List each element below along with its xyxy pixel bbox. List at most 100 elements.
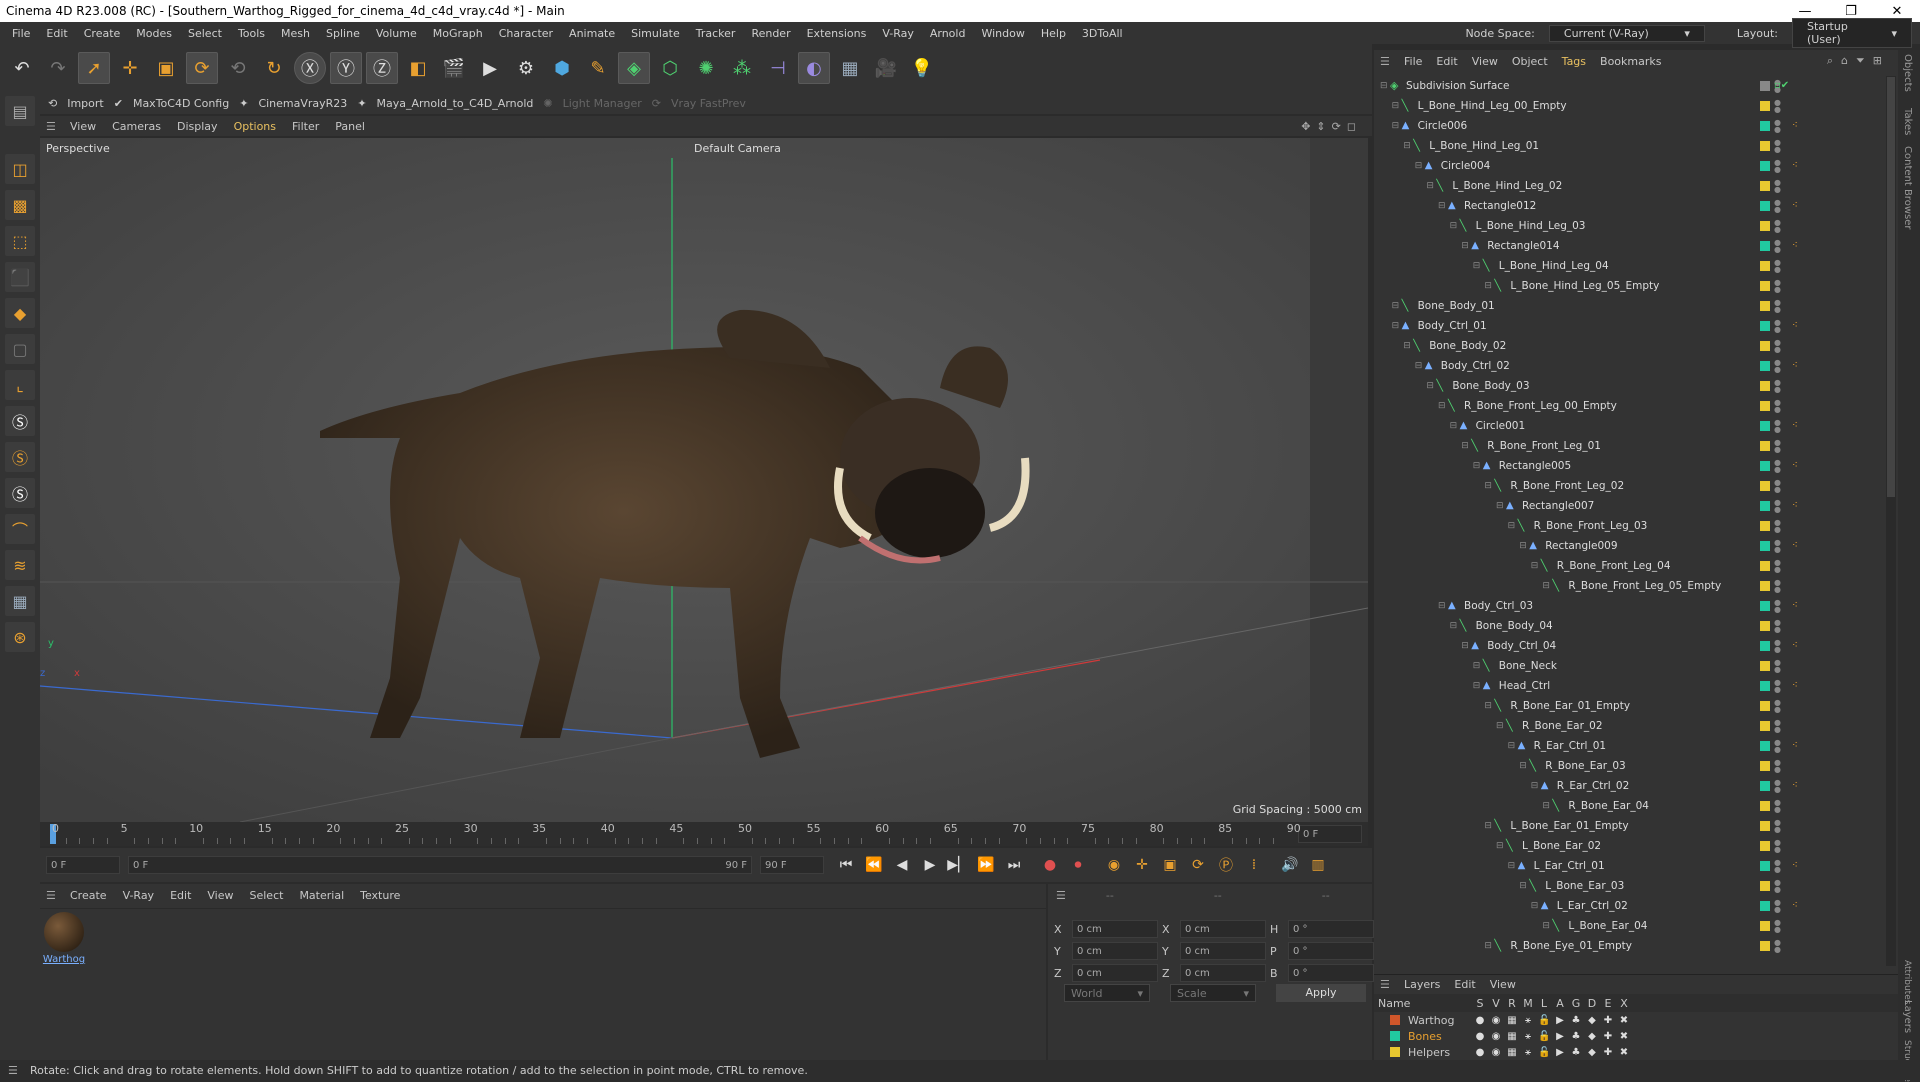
visibility-dots[interactable]: ● ●	[1774, 779, 1781, 794]
render-settings-icon[interactable]: ⚙	[510, 52, 542, 84]
visibility-dots[interactable]: ● ●	[1774, 479, 1781, 494]
light-manager-button[interactable]: Light Manager	[563, 97, 642, 110]
timeline-layout-icon[interactable]: ▥	[1306, 853, 1330, 877]
expand-icon[interactable]: ⊟	[1508, 741, 1518, 751]
expand-icon[interactable]: ⊟	[1484, 941, 1494, 951]
object-row[interactable]: ⊟ ╲ L_Bone_Hind_Leg_05_Empty ● ●	[1374, 276, 1884, 296]
layer-color-swatch[interactable]	[1760, 421, 1770, 431]
move-icon[interactable]: ✛	[114, 52, 146, 84]
object-row[interactable]: ⊟ ╲ L_Bone_Ear_02 ● ●	[1374, 836, 1884, 856]
layer-color-swatch[interactable]	[1390, 1031, 1400, 1041]
menu-3dtoall[interactable]: 3DToAll	[1074, 27, 1131, 40]
prev-frame-icon[interactable]: ◀	[890, 853, 914, 877]
select-icon[interactable]: ➚	[78, 52, 110, 84]
layer-toggle-icon[interactable]: ✖	[1618, 1031, 1630, 1042]
go-to-start-icon[interactable]: ⏮	[834, 853, 858, 877]
visibility-dots[interactable]: ● ●	[1774, 739, 1781, 754]
expand-icon[interactable]: ⊟	[1531, 561, 1541, 571]
expand-icon[interactable]: ⊟	[1392, 101, 1402, 111]
workplane-icon[interactable]: ≋	[5, 550, 35, 580]
viewport-menu-panel[interactable]: Panel	[335, 120, 365, 133]
expand-icon[interactable]: ⊟	[1392, 301, 1402, 311]
layer-color-swatch[interactable]	[1760, 721, 1770, 731]
material-swatch-warthog[interactable]: Warthog	[42, 910, 86, 966]
visibility-dots[interactable]: ● ●	[1774, 519, 1781, 534]
camera-label[interactable]: Default Camera	[694, 142, 781, 155]
undo-icon[interactable]: ↶	[6, 52, 38, 84]
layer-color-swatch[interactable]	[1760, 341, 1770, 351]
tag-icon[interactable]: ⁖	[1792, 120, 1806, 131]
menu-extensions[interactable]: Extensions	[799, 27, 875, 40]
z-axis-icon[interactable]: Ⓩ	[366, 52, 398, 84]
expand-icon[interactable]: ⊟	[1519, 881, 1529, 891]
layer-row[interactable]: Warthog ● ◉ ▦ ⚹ 🔓 ▶ ♣ ◆ ✚ ✖	[1374, 1012, 1898, 1028]
object-row[interactable]: ⊟ ╲ R_Bone_Front_Leg_05_Empty ● ●	[1374, 576, 1884, 596]
layer-color-swatch[interactable]	[1760, 201, 1770, 211]
layer-row[interactable]: Bones ● ◉ ▦ ⚹ 🔓 ▶ ♣ ◆ ✚ ✖	[1374, 1028, 1898, 1044]
menu-tools[interactable]: Tools	[230, 27, 273, 40]
layout-select[interactable]: Startup (User) ▾	[1792, 18, 1912, 48]
tag-icon[interactable]: ⁖	[1792, 240, 1806, 251]
object-row[interactable]: ⊟ ╲ R_Bone_Front_Leg_01 ● ●	[1374, 436, 1884, 456]
expand-icon[interactable]: ⊟	[1461, 641, 1471, 651]
mat-menu-vray[interactable]: V-Ray	[123, 889, 155, 902]
layer-color-swatch[interactable]	[1760, 461, 1770, 471]
axis-mode-icon[interactable]: ⌞	[5, 370, 35, 400]
visibility-dots[interactable]: ● ●	[1774, 879, 1781, 894]
camera-icon[interactable]: 🎥	[870, 52, 902, 84]
points-mode-icon[interactable]: ⬚	[5, 226, 35, 256]
tag-icon[interactable]: ⁖	[1792, 160, 1806, 171]
mat-menu-view[interactable]: View	[207, 889, 233, 902]
object-row[interactable]: ⊟ ▲ Rectangle005 ● ● ⁖	[1374, 456, 1884, 476]
layer-color-swatch[interactable]	[1760, 281, 1770, 291]
object-row[interactable]: ⊟ ▲ Rectangle009 ● ● ⁖	[1374, 536, 1884, 556]
render-view-icon[interactable]: 🎬	[438, 52, 470, 84]
expand-icon[interactable]: ⊟	[1496, 721, 1506, 731]
menu-animate[interactable]: Animate	[561, 27, 623, 40]
layer-color-swatch[interactable]	[1760, 521, 1770, 531]
visibility-dots[interactable]: ● ●	[1774, 659, 1781, 674]
layer-toggle-icon[interactable]: ▶	[1554, 1015, 1566, 1026]
object-row[interactable]: ⊟ ▲ Rectangle012 ● ● ⁖	[1374, 196, 1884, 216]
visibility-dots[interactable]: ● ●	[1774, 219, 1781, 234]
expand-icon[interactable]: ⊟	[1508, 521, 1518, 531]
layer-toggle-icon[interactable]: ▶	[1554, 1031, 1566, 1042]
viewport-menu-options[interactable]: Options	[234, 120, 276, 133]
layer-color-swatch[interactable]	[1760, 501, 1770, 511]
object-row[interactable]: ⊟ ◈ Subdivision Surface ● ● ▫✔	[1374, 76, 1884, 96]
expand-icon[interactable]: ⊟	[1484, 701, 1494, 711]
visibility-dots[interactable]: ● ●	[1774, 819, 1781, 834]
visibility-dots[interactable]: ● ●	[1774, 539, 1781, 554]
object-row[interactable]: ⊟ ╲ L_Bone_Ear_04 ● ●	[1374, 916, 1884, 936]
visibility-dots[interactable]: ● ●	[1774, 839, 1781, 854]
layer-toggle-icon[interactable]: ⚹	[1522, 1015, 1534, 1026]
visibility-dots[interactable]: ● ●	[1774, 199, 1781, 214]
visibility-dots[interactable]: ● ●	[1774, 359, 1781, 374]
visibility-dots[interactable]: ● ●	[1774, 599, 1781, 614]
layer-toggle-icon[interactable]: ◉	[1490, 1047, 1502, 1058]
expand-icon[interactable]: ⊟	[1450, 221, 1460, 231]
object-row[interactable]: ⊟ ╲ Bone_Body_02 ● ●	[1374, 336, 1884, 356]
coordinate-system-icon[interactable]: ◧	[402, 52, 434, 84]
object-row[interactable]: ⊟ ╲ L_Bone_Ear_01_Empty ● ●	[1374, 816, 1884, 836]
layer-color-swatch[interactable]	[1760, 661, 1770, 671]
layer-color-swatch[interactable]	[1760, 381, 1770, 391]
layer-color-swatch[interactable]	[1760, 821, 1770, 831]
expand-icon[interactable]: ⊟	[1415, 161, 1425, 171]
texture-mode-icon[interactable]: ▩	[5, 190, 35, 220]
expand-icon[interactable]: ⊟	[1403, 141, 1413, 151]
viewport-menu-display[interactable]: Display	[177, 120, 218, 133]
visibility-dots[interactable]: ● ●	[1774, 339, 1781, 354]
menu-file[interactable]: File	[4, 27, 38, 40]
layer-color-swatch[interactable]	[1760, 81, 1770, 91]
tag-icon[interactable]: ⁖	[1792, 200, 1806, 211]
layer-color-swatch[interactable]	[1760, 901, 1770, 911]
maximize-button[interactable]: ❐	[1828, 4, 1874, 19]
layer-color-swatch[interactable]	[1390, 1047, 1400, 1057]
layer-color-swatch[interactable]	[1760, 841, 1770, 851]
search-icon[interactable]: ⌕⌂⏷⊞	[1827, 54, 1890, 68]
layer-color-swatch[interactable]	[1760, 541, 1770, 551]
hamburger-icon[interactable]: ☰	[1380, 55, 1390, 68]
object-row[interactable]: ⊟ ╲ R_Bone_Front_Leg_04 ● ●	[1374, 556, 1884, 576]
visibility-dots[interactable]: ● ●	[1774, 239, 1781, 254]
